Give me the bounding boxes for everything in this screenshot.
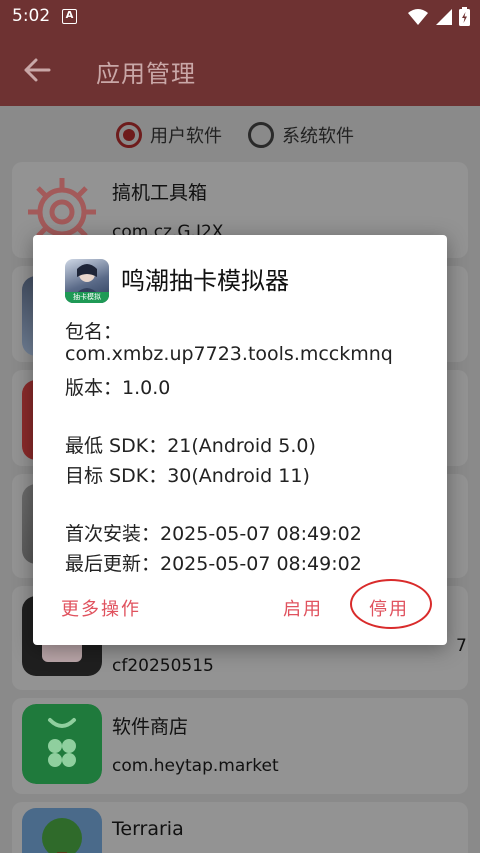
list-item[interactable]: 软件商店 com.heytap.market (12, 698, 468, 794)
radio-selected-icon (116, 122, 142, 148)
dialog-title: 鸣潮抽卡模拟器 (121, 267, 289, 295)
more-actions-button[interactable]: 更多操作 (61, 595, 141, 621)
radio-user-apps[interactable]: 用户软件 (116, 122, 222, 148)
package-label: 包名： (65, 321, 123, 343)
page-title: 应用管理 (96, 60, 196, 88)
signal-icon (436, 8, 452, 25)
dialog-actions: 更多操作 启用 停用 (33, 579, 447, 629)
highlight-circle (350, 579, 432, 629)
app-package: cf20250515 (112, 656, 214, 676)
enable-button[interactable]: 启用 (283, 595, 323, 621)
store-icon (22, 704, 102, 784)
app-name: 软件商店 (112, 716, 189, 738)
package-name: com.xmbz.up7723.tools.mcckmnq (65, 343, 393, 365)
app-package-tail: 7 (456, 636, 467, 656)
app-info-dialog: 抽卡模拟 鸣潮抽卡模拟器 包名： com.xmbz.up7723.tools.m… (33, 235, 447, 645)
min-sdk-info: 最低 SDK：21(Android 5.0) (65, 435, 316, 457)
radio-system-apps[interactable]: 系统软件 (248, 122, 354, 148)
tree-icon (22, 808, 102, 853)
app-icon: 抽卡模拟 (65, 259, 109, 303)
wifi-icon (408, 8, 428, 25)
icon-caption: 抽卡模拟 (65, 292, 109, 303)
last-update-info: 最后更新：2025-05-07 08:49:02 (65, 553, 362, 575)
battery-icon (459, 7, 470, 26)
app-type-filter: 用户软件 系统软件 (0, 106, 480, 162)
app-name: 搞机工具箱 (112, 182, 208, 204)
target-sdk-info: 目标 SDK：30(Android 11) (65, 465, 310, 487)
app-package: com.heytap.market (112, 756, 279, 776)
radio-unselected-icon (248, 122, 274, 148)
back-arrow-icon[interactable] (22, 56, 52, 84)
status-bar: 5:02 A (0, 0, 480, 34)
status-time: 5:02 (12, 6, 51, 26)
app-name: Terraria (112, 818, 184, 840)
version-info: 版本：1.0.0 (65, 377, 171, 399)
list-item[interactable]: Terraria (12, 802, 468, 853)
radio-user-apps-label: 用户软件 (150, 126, 222, 147)
radio-system-apps-label: 系统软件 (282, 126, 354, 147)
app-bar: 应用管理 (0, 34, 480, 106)
status-icons (407, 7, 470, 26)
first-install-info: 首次安装：2025-05-07 08:49:02 (65, 523, 362, 545)
notification-a-icon: A (62, 9, 77, 24)
